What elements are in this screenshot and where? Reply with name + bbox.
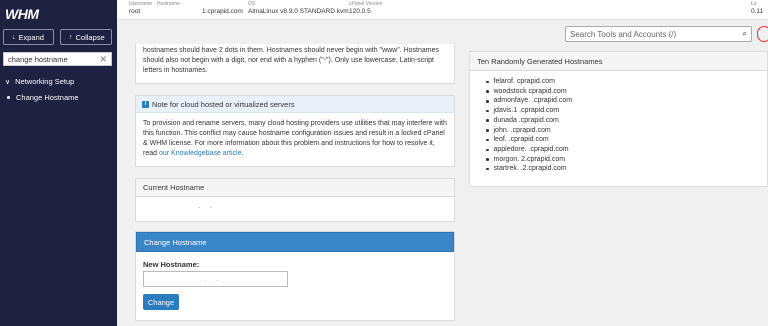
clear-icon[interactable]: ✕	[99, 54, 107, 65]
sidebar-search-input[interactable]: change hostname ✕	[3, 52, 112, 66]
list-item: admonfaye. .cprapid.com	[486, 96, 767, 106]
username-info: Username root	[129, 1, 152, 17]
change-hostname-panel: Change Hostname New Hostname: . . Change	[135, 231, 455, 321]
list-item: jdavis.1 .cprapid.com	[486, 106, 767, 116]
cpanel-version-value: 120.0.5	[349, 8, 371, 15]
cloud-note-header: i Note for cloud hosted or virtualized s…	[136, 96, 454, 113]
expand-button[interactable]: ↓ Expand	[3, 29, 54, 45]
server-info-bar: Username root Hostname 1.cprapid.com OS …	[117, 0, 768, 20]
list-item: felarof. cprapid.com	[486, 77, 767, 87]
list-item: leof. .cprapid.com	[486, 135, 767, 145]
current-hostname-value: . .	[198, 203, 216, 210]
knowledgebase-link[interactable]: our Knowledgebase article	[159, 150, 242, 157]
hostname-value: 1.cprapid.com	[202, 8, 243, 15]
list-item: morgon. 2.cprapid.com	[486, 155, 767, 165]
list-item: woodstock cprapid.com	[486, 87, 767, 97]
cloud-note-panel: i Note for cloud hosted or virtualized s…	[135, 95, 455, 167]
random-hostnames-list: felarof. cprapid.com woodstock cprapid.c…	[470, 71, 767, 174]
new-hostname-input[interactable]: . .	[143, 271, 288, 287]
notification-icon[interactable]	[757, 26, 768, 42]
cloud-note-title: Note for cloud hosted or virtualized ser…	[152, 99, 295, 109]
collapse-label: Collapse	[75, 32, 105, 42]
sidebar-section-label: Networking Setup	[15, 77, 75, 86]
username-value: root	[129, 8, 141, 15]
hostname-info: Hostname 1.cprapid.com	[157, 1, 243, 17]
arrow-down-icon: ↓	[12, 33, 16, 41]
list-item: appledore. .cprapid.com	[486, 145, 767, 155]
load-info: Lo 0.11	[751, 1, 763, 17]
sidebar: WHM ↓ Expand ↑ Collapse change hostname …	[0, 0, 117, 326]
os-value: AlmaLinux v8.9.0 STANDARD kvm	[248, 8, 349, 15]
list-item: startrek. .2.cprapid.com	[486, 164, 767, 174]
change-button[interactable]: Change	[143, 294, 179, 310]
new-hostname-label: New Hostname:	[143, 260, 200, 269]
cloud-note-end: .	[241, 150, 244, 157]
chevron-down-icon: ∨	[5, 78, 11, 86]
current-hostname-panel: Current Hostname . .	[135, 178, 455, 222]
search-icon[interactable]: ⌕	[743, 29, 747, 39]
os-info: OS AlmaLinux v8.9.0 STANDARD kvm	[248, 1, 349, 17]
hostname-rules-text: hostnames should have 2 dots in them. Ho…	[135, 44, 455, 84]
whm-logo[interactable]: WHM	[5, 6, 39, 22]
tools-search-input[interactable]: Search Tools and Accounts (/) ⌕	[565, 26, 752, 42]
change-hostname-title: Change Hostname	[136, 232, 454, 252]
current-hostname-title: Current Hostname	[136, 179, 454, 197]
expand-label: Expand	[18, 32, 44, 42]
cpanel-version-info: cPanel Version 120.0.5	[349, 1, 382, 17]
list-item: john. .cprapid.com	[486, 126, 767, 136]
info-icon: i	[142, 100, 149, 108]
random-hostnames-panel: Ten Randomly Generated Hostnames felarof…	[469, 51, 768, 187]
arrow-up-icon: ↑	[69, 33, 73, 41]
random-hostnames-title: Ten Randomly Generated Hostnames	[470, 52, 767, 71]
collapse-button[interactable]: ↑ Collapse	[60, 29, 112, 45]
bullet-icon	[7, 96, 10, 99]
sidebar-section-networking[interactable]: ∨ Networking Setup	[5, 77, 74, 86]
sidebar-item-change-hostname[interactable]: Change Hostname	[7, 93, 79, 102]
sidebar-item-label: Change Hostname	[16, 93, 79, 102]
sidebar-search-value: change hostname	[8, 54, 68, 64]
tools-search-placeholder: Search Tools and Accounts (/)	[570, 29, 677, 39]
cloud-note-body: To provision and rename servers, many cl…	[136, 113, 454, 165]
list-item: dunada .cprapid.com	[486, 116, 767, 126]
load-value: 0.11	[751, 8, 764, 15]
